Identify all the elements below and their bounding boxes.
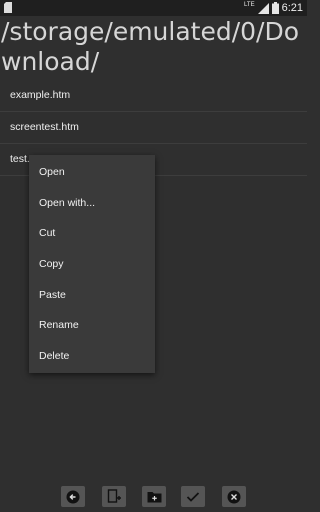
menu-item-cut[interactable]: Cut	[29, 218, 155, 249]
check-icon	[186, 491, 200, 502]
file-name: screentest.htm	[10, 121, 79, 133]
status-icons: LTE 6:21	[244, 1, 303, 15]
new-folder-button[interactable]	[142, 486, 166, 507]
current-path-title: /storage/emulated/0/Download/	[1, 17, 300, 76]
status-bar: LTE 6:21	[0, 0, 307, 16]
network-type-label: LTE	[244, 2, 255, 8]
battery-icon	[271, 2, 279, 14]
close-icon	[227, 490, 241, 503]
context-menu: Open Open with... Cut Copy Paste Rename …	[29, 155, 155, 373]
menu-item-open-with[interactable]: Open with...	[29, 188, 155, 219]
clock: 6:21	[281, 2, 303, 14]
menu-item-paste[interactable]: Paste	[29, 280, 155, 311]
menu-item-copy[interactable]: Copy	[29, 249, 155, 280]
bottom-toolbar	[0, 486, 307, 510]
menu-item-open[interactable]: Open	[29, 157, 155, 188]
file-row[interactable]: example.htm	[0, 80, 307, 112]
new-file-icon	[107, 489, 121, 503]
signal-icon	[257, 2, 269, 14]
back-arrow-icon	[66, 490, 80, 503]
sd-card-icon	[4, 2, 12, 13]
back-button[interactable]	[61, 486, 85, 507]
file-row[interactable]: screentest.htm	[0, 112, 307, 144]
menu-item-rename[interactable]: Rename	[29, 310, 155, 341]
new-folder-icon	[147, 492, 161, 503]
confirm-button[interactable]	[181, 486, 205, 507]
menu-item-delete[interactable]: Delete	[29, 341, 155, 372]
cancel-button[interactable]	[222, 486, 246, 507]
file-name: example.htm	[10, 89, 71, 101]
new-file-button[interactable]	[102, 486, 126, 507]
